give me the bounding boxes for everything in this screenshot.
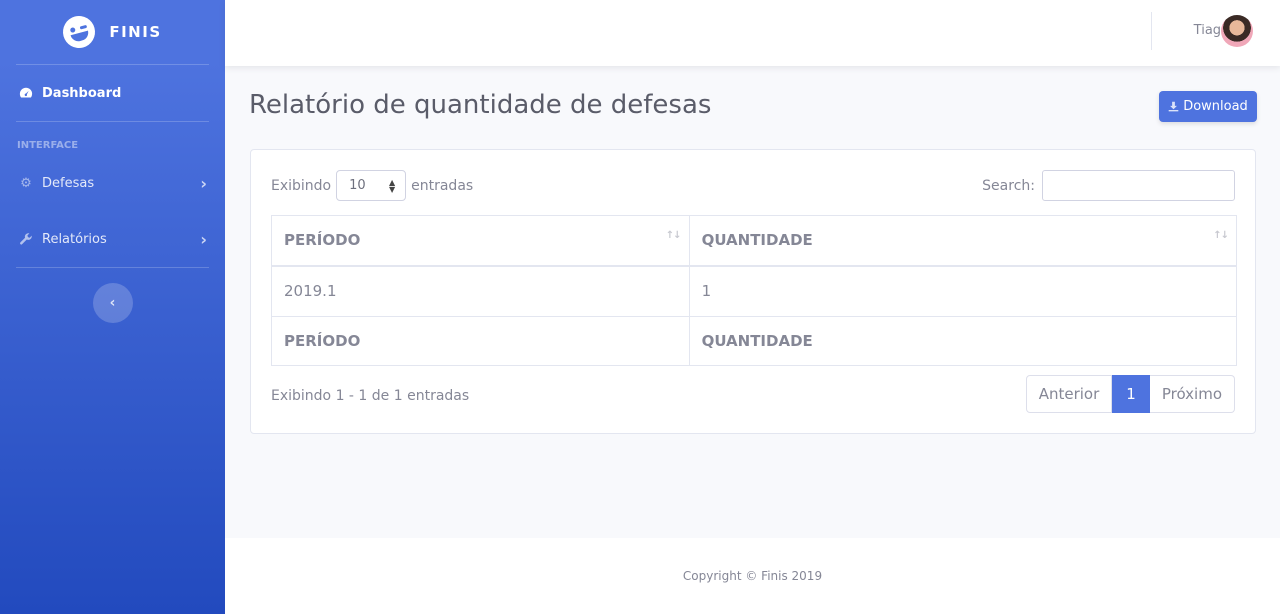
pagination-next-button[interactable]: Próximo [1149,375,1235,413]
sidebar-item-label: Dashboard [42,85,122,101]
search-label: Search: [982,177,1035,194]
sort-icon: ↑↓ [665,230,682,241]
sidebar-heading: INTERFACE [17,140,79,151]
sidebar-item-label: Relatórios [42,231,107,247]
column-header-label: PERÍODO [284,231,361,250]
pagination-previous-button[interactable]: Anterior [1025,375,1113,413]
footer: Copyright © Finis 2019 [225,538,1280,614]
brand-name: FINIS [109,23,162,41]
sidebar-item-dashboard[interactable]: Dashboard [0,65,225,121]
table-info: Exibindo 1 - 1 de 1 entradas [271,388,470,404]
select-arrows-icon: ▲ ▼ [388,177,396,194]
column-header-quantidade[interactable]: QUANTIDADE ↑↓ [688,215,1238,267]
page-title: Relatório de quantidade de defesas [249,90,712,120]
page-length-select[interactable]: 10 ▲ ▼ [336,170,407,201]
brand-link[interactable]: FINIS [0,0,225,64]
sidebar-item-label: Defesas [42,175,95,191]
page-length-control: Exibindo 10 ▲ ▼ entradas [271,170,473,201]
sidebar-item-defesas[interactable]: ⚙ Defesas › [0,155,225,211]
length-prefix: Exibindo [271,177,332,194]
wrench-icon [18,231,34,247]
table-cell: 1 [688,265,1238,317]
chevron-right-icon: › [200,173,207,193]
pagination: Anterior 1 Próximo [1025,375,1235,413]
sidebar-divider [16,267,209,268]
topbar-divider [1151,12,1152,50]
sort-icon: ↑↓ [1213,230,1229,241]
topbar: Tiago [225,0,1280,66]
download-icon [1168,101,1179,112]
column-header-periodo[interactable]: PERÍODO ↑↓ [271,215,690,267]
data-table: PERÍODO ↑↓ QUANTIDADE ↑↓ 2019.1 1 PERÍOD… [271,215,1238,366]
column-footer-periodo: PERÍODO [271,316,690,366]
gear-icon: ⚙ [20,175,32,191]
copyright-text: Copyright © Finis 2019 [682,569,823,583]
table-header-row: PERÍODO ↑↓ QUANTIDADE ↑↓ [271,215,1238,267]
length-suffix: entradas [411,177,474,194]
sidebar-toggle-button[interactable]: ‹ [92,283,133,323]
table-row: 2019.1 1 [271,265,1238,317]
column-footer-quantidade: QUANTIDADE [688,316,1238,366]
sidebar-item-relatorios[interactable]: Relatórios › [0,211,225,267]
smile-wink-icon [59,12,99,52]
download-label: Download [1183,99,1248,114]
avatar[interactable] [1221,15,1253,47]
search-input[interactable] [1042,170,1235,201]
page-length-value: 10 [349,178,366,193]
search-control: Search: [982,170,1235,201]
report-card: Exibindo 10 ▲ ▼ entradas Search: PERÍODO … [250,149,1256,434]
pagination-page-button[interactable]: 1 [1112,375,1150,413]
download-button[interactable]: Download [1159,91,1257,122]
column-header-label: QUANTIDADE [701,231,813,250]
tachometer-icon [18,85,34,101]
table-footer-row: PERÍODO QUANTIDADE [271,316,1238,366]
sidebar: FINIS Dashboard INTERFACE ⚙ Defesas › Re… [0,0,225,614]
chevron-right-icon: › [200,229,207,249]
table-cell: 2019.1 [271,265,690,317]
chevron-left-icon: ‹ [109,295,116,311]
